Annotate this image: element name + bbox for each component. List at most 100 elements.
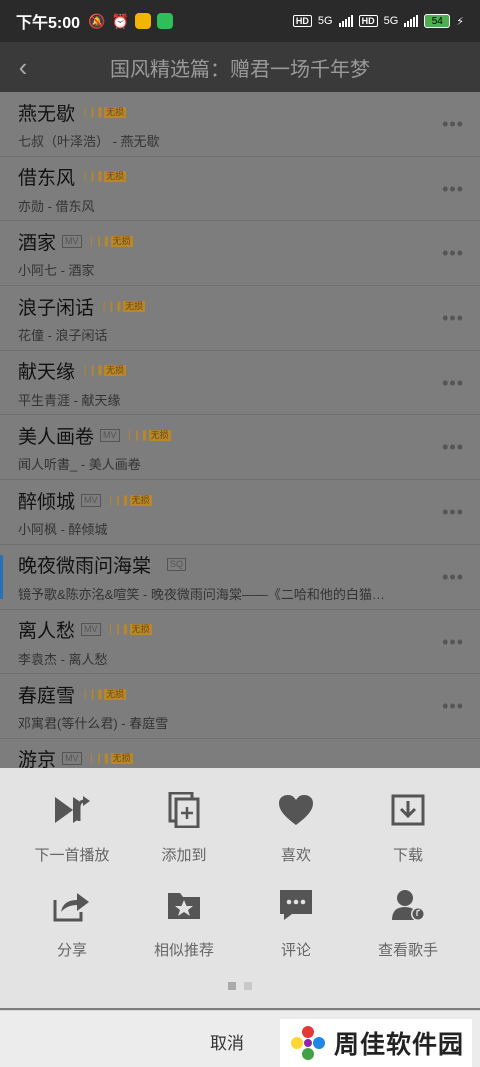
song-row[interactable]: 献天缘 ❘❙❚ 无损平生青涯 - 献天缘 ••• [0,351,480,416]
action-label: 查看歌手 [377,942,438,959]
lossless-label: 无损 [129,624,152,635]
mv-badge[interactable]: MV [100,428,120,442]
action-similar-folder[interactable]: 相似推荐 [128,885,240,960]
mv-badge[interactable]: MV [81,623,101,636]
song-subtitle: 镜予歌&陈亦洺&喧笑 - 晚夜微雨问海棠——《二哈和他的白猫… [18,586,385,602]
lossless-badge: ❘❙❚ 无损 [81,365,127,377]
action-play-next[interactable]: 下一首播放 [16,790,128,865]
song-title-line: 离人愁 MV ❘❙❚ 无损 [18,616,480,644]
hd-icon: HD [292,15,312,27]
action-label: 添加到 [161,847,207,864]
more-options-icon[interactable]: ••• [442,179,464,200]
soundwave-icon: ❘❙❚ [81,365,104,377]
more-options-icon[interactable]: ••• [442,373,464,394]
lossless-label: 无损 [110,235,133,247]
status-time: 下午5:00 [16,15,81,32]
soundwave-icon: ❘❙❚ [100,300,123,312]
watermark-text: 周佳软件园 [334,1031,465,1059]
page-dot-active [228,982,236,990]
add-to-icon [164,790,204,830]
action-label: 分享 [56,942,87,959]
lossless-label: 无损 [104,365,127,377]
action-add-to[interactable]: 添加到 [128,790,240,865]
song-title-line: 晚夜微雨问海棠 SQ [18,551,480,579]
play-next-icon [52,790,92,830]
mv-badge[interactable]: MV [62,234,82,248]
signal-icon [338,15,353,27]
comment-icon [276,885,316,925]
more-options-icon[interactable]: ••• [442,243,464,264]
song-row[interactable]: 酒家 MV ❘❙❚ 无损小阿七 - 酒家 ••• [0,221,480,287]
song-row[interactable]: 离人愁 MV ❘❙❚ 无损 李袁杰 - 离人愁 ••• [0,610,480,675]
song-title: 借东风 [18,168,76,190]
action-download[interactable]: 下载 [352,790,464,865]
song-title-line: 醉倾城 MV ❘❙❚ 无损 [18,486,480,514]
song-title-line: 浪子闲话 ❘❙❚ 无损 [18,292,480,320]
action-label: 下载 [392,847,423,864]
more-options-icon[interactable]: ••• [442,308,464,329]
song-title: 晚夜微雨问海棠 [18,556,152,578]
more-options-icon[interactable]: ••• [442,567,464,588]
lossless-label: 无损 [104,106,127,118]
cancel-bar: 取消 周佳软件园 [0,1010,480,1067]
song-row[interactable]: 晚夜微雨问海棠 SQ 镜予歌&陈亦洺&喧笑 - 晚夜微雨问海棠——《二哈和他的白猫…… [0,545,480,610]
download-icon [388,790,428,830]
song-title: 离人愁 [18,621,76,642]
song-row[interactable]: 美人画卷 MV ❘❙❚ 无损 闻人听書_ - 美人画卷 ••• [0,415,480,481]
lossless-badge: ❘❙❚ 无损 [106,494,152,506]
artist-icon [388,885,428,925]
song-subtitle: 亦勋 - 借东风 [18,198,95,214]
song-row[interactable]: 游京 MV ❘❙❚无损 ••• [0,739,480,768]
song-subtitle: 小阿七 - 酒家 [18,263,95,279]
heart-icon [276,790,316,830]
lossless-label: 无损 [104,688,127,700]
soundwave-icon: ❘❙❚ [87,753,111,765]
more-options-icon[interactable]: ••• [442,437,464,458]
soundwave-icon: ❘❙❚ [106,494,130,506]
back-icon[interactable]: ‹ [0,52,46,83]
song-row[interactable]: 春庭雪 ❘❙❚ 无损 邓寓君(等什么君) - 春庭雪 ••• [0,674,480,739]
song-row[interactable]: 燕无歇 ❘❙❚ 无损 七叔（叶泽浩） - 燕无歇 ••• [0,92,480,157]
signal-icon-2 [404,15,419,27]
soundwave-icon: ❘❙❚ [81,171,104,183]
page-title: 国风精选篇：赠君一场千年梦 [110,58,370,81]
lossless-label: 无损 [148,429,171,441]
lossless-badge: ❘❙❚ 无损 [87,753,133,765]
more-options-icon[interactable]: ••• [442,761,464,768]
more-options-icon[interactable]: ••• [442,114,464,135]
song-subtitle: 七叔（叶泽浩） - 燕无歇 [18,134,160,149]
action-label: 评论 [280,942,311,959]
song-row[interactable]: 浪子闲话 ❘❙❚ 无损花僮 - 浪子闲话 ••• [0,286,480,351]
more-options-icon[interactable]: ••• [442,696,464,717]
song-subtitle: 花僮 - 浪子闲话 [18,328,108,344]
song-subtitle: 邓寓君(等什么君) - 春庭雪 [18,716,169,732]
song-title-line: 献天缘 ❘❙❚ 无损 [18,357,480,385]
action-heart[interactable]: 喜欢 [240,790,352,865]
lossless-badge: ❘❙❚ 无损 [100,300,146,312]
more-options-icon[interactable]: ••• [442,502,464,523]
status-bar: 下午5:00 🔕 ⏰ HD 5G HD 5G 54 ⚡ [0,0,480,42]
song-row[interactable]: 借东风 ❘❙❚ 无损亦勋 - 借东风 ••• [0,157,480,222]
cancel-button[interactable]: 取消 [210,1029,244,1054]
soundwave-icon: ❘❙❚ [81,106,104,118]
alarm-icon: ⏰ [111,12,129,29]
page-indicator [0,982,480,990]
action-label: 喜欢 [280,847,311,864]
mv-badge[interactable]: MV [81,493,101,507]
song-title-line: 酒家 MV ❘❙❚ 无损 [18,227,480,255]
app-notification-icon [134,13,151,29]
song-title: 酒家 [18,232,57,254]
soundwave-icon: ❘❙❚ [87,235,111,247]
song-row[interactable]: 醉倾城 MV ❘❙❚ 无损 小阿枫 - 醉倾城 ••• [0,480,480,545]
watermark: 周佳软件园 [280,1019,472,1067]
action-share[interactable]: 分享 [16,885,128,960]
mv-badge[interactable]: MV [62,752,82,766]
lossless-badge: ❘❙❚ 无损 [81,171,127,183]
lossless-label: 无损 [104,171,127,183]
lossless-badge: ❘❙❚ 无损 [87,235,133,247]
song-subtitle: 平生青涯 - 献天缘 [18,392,121,408]
more-options-icon[interactable]: ••• [442,632,464,653]
action-artist[interactable]: 查看歌手 [352,885,464,960]
soundwave-icon: ❘❙❚ [81,688,104,700]
action-comment[interactable]: 评论 [240,885,352,960]
